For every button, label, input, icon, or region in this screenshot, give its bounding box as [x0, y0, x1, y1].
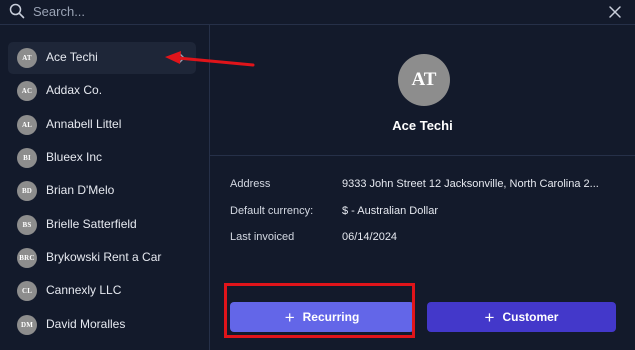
search-bar — [0, 0, 635, 25]
customer-list: AT Ace Techi AC Addax Co. AL Annabell Li… — [0, 25, 210, 350]
avatar: CL — [17, 281, 37, 301]
divider — [210, 155, 635, 156]
customer-name: Annabell Littel — [46, 117, 122, 131]
customer-item-brielle-satterfield[interactable]: BS Brielle Satterfield — [8, 209, 196, 241]
customer-detail-panel: AT Ace Techi Address 9333 John Street 12… — [210, 25, 635, 350]
address-label: Address — [230, 178, 271, 190]
recurring-button[interactable]: + Recurring — [230, 302, 414, 332]
customer-button[interactable]: + Customer — [427, 302, 616, 332]
customer-picker: AT Ace Techi AC Addax Co. AL Annabell Li… — [0, 0, 635, 350]
customer-name: Blueex Inc — [46, 150, 103, 164]
avatar: DM — [17, 315, 37, 335]
last-invoiced-label: Last invoiced — [230, 231, 295, 243]
avatar: BD — [17, 181, 37, 201]
customer-item-blueex-inc[interactable]: BI Blueex Inc — [8, 142, 196, 174]
customer-item-annabell-littel[interactable]: AL Annabell Littel — [8, 109, 196, 141]
last-invoiced-value: 06/14/2024 — [342, 231, 398, 243]
avatar: BRC — [17, 248, 37, 268]
search-input[interactable] — [33, 2, 333, 20]
avatar: AT — [17, 48, 37, 68]
avatar: BI — [17, 148, 37, 168]
recurring-label: Recurring — [302, 310, 360, 324]
avatar: AL — [17, 115, 37, 135]
customer-name: Addax Co. — [46, 83, 103, 97]
customer-name: David Moralles — [46, 317, 126, 331]
customer-name: Brykowski Rent a Car — [46, 250, 162, 264]
currency-label: Default currency: — [230, 205, 314, 217]
customer-item-brykowski-rent-a-car[interactable]: BRC Brykowski Rent a Car — [8, 242, 196, 274]
customer-name: Brian D'Melo — [46, 183, 115, 197]
customer-title: Ace Techi — [392, 118, 453, 133]
customer-name: Ace Techi — [46, 50, 98, 64]
customer-item-cannexly-llc[interactable]: CL Cannexly LLC — [8, 275, 196, 307]
chevron-right-icon — [178, 52, 185, 64]
plus-icon: + — [284, 307, 295, 327]
customer-name: Brielle Satterfield — [46, 217, 137, 231]
customer-avatar: AT — [398, 54, 450, 106]
customer-item-brian-dmelo[interactable]: BD Brian D'Melo — [8, 175, 196, 207]
currency-value: $ - Australian Dollar — [342, 205, 438, 217]
customer-name: Cannexly LLC — [46, 283, 122, 297]
customer-label: Customer — [502, 310, 559, 324]
plus-icon: + — [484, 307, 495, 327]
avatar: AC — [17, 81, 37, 101]
customer-item-ace-techi[interactable]: AT Ace Techi — [8, 42, 196, 74]
customer-item-david-moralles[interactable]: DM David Moralles — [8, 309, 196, 341]
customer-item-addax-co[interactable]: AC Addax Co. — [8, 75, 196, 107]
search-icon — [9, 3, 25, 19]
address-value: 9333 John Street 12 Jacksonville, North … — [342, 178, 599, 190]
close-icon[interactable] — [607, 4, 623, 20]
avatar: BS — [17, 215, 37, 235]
